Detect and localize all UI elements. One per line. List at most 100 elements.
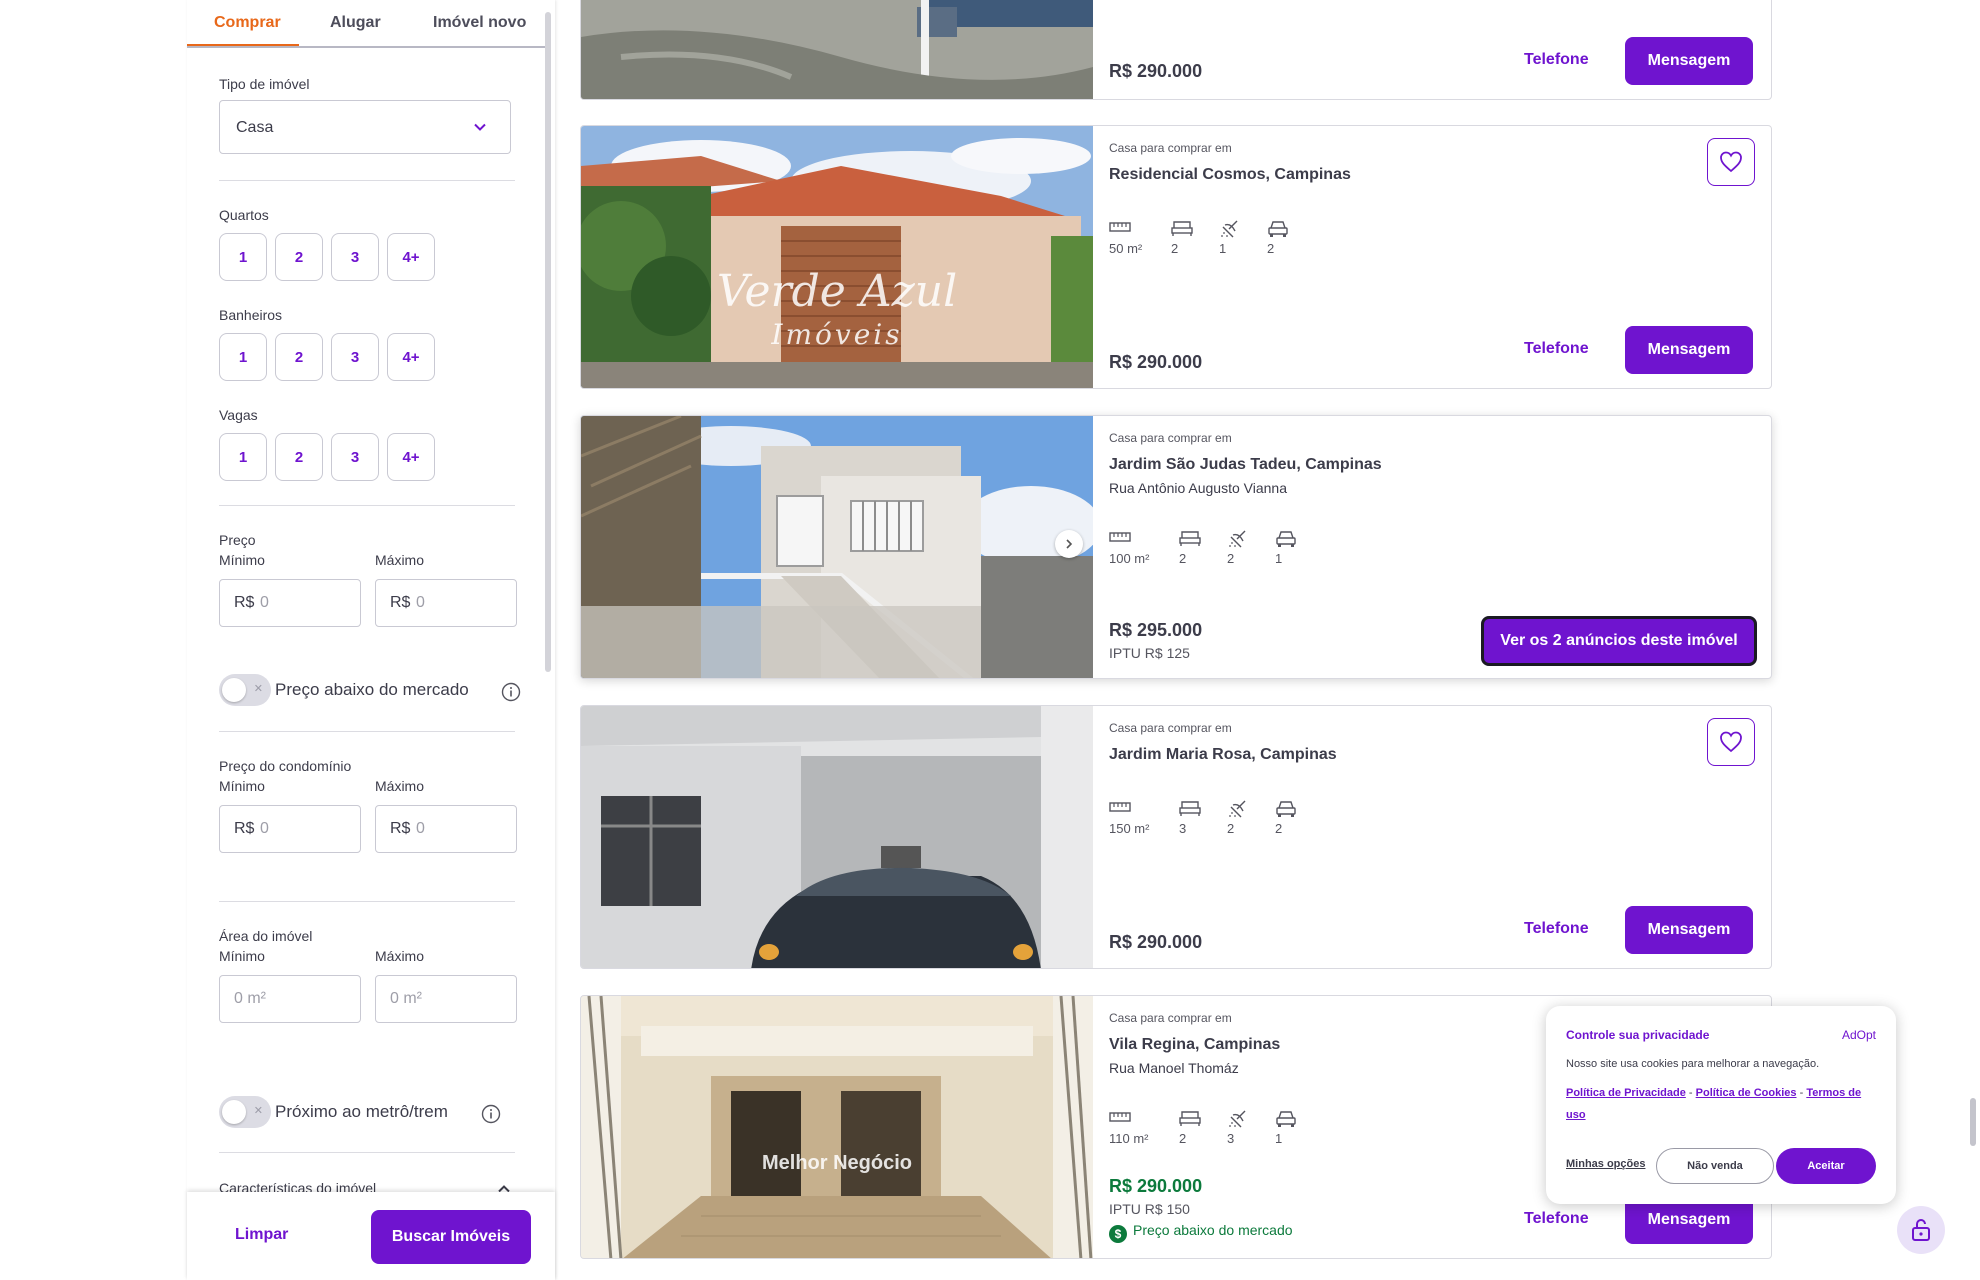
listing-info: Casa para comprar em Residencial Cosmos,…: [1093, 126, 1771, 388]
feature-bathrooms: 2: [1227, 799, 1271, 836]
info-icon[interactable]: [481, 1104, 501, 1129]
sidebar-scrollbar[interactable]: [545, 12, 551, 672]
listing-photo[interactable]: Verde Azul Imóveis: [581, 126, 1093, 388]
preco-min-input[interactable]: R$ 0: [219, 579, 361, 627]
quartos-option-1[interactable]: 1: [219, 233, 267, 281]
feature-value: 2: [1179, 551, 1187, 566]
preco-min-placeholder: 0: [260, 594, 269, 611]
listing-location[interactable]: Residencial Cosmos, Campinas: [1109, 166, 1351, 184]
area-label: Área do imóvel: [219, 928, 313, 944]
shower-icon: [1221, 220, 1238, 238]
preco-min-label: Mínimo: [219, 552, 265, 568]
banheiros-option-4plus[interactable]: 4+: [387, 333, 435, 381]
listing-location[interactable]: Jardim Maria Rosa, Campinas: [1109, 746, 1337, 764]
listing-photo[interactable]: [581, 0, 1093, 99]
favorite-button[interactable]: [1707, 718, 1755, 766]
message-button[interactable]: Mensagem: [1625, 326, 1753, 374]
listing-kicker: Casa para comprar em: [1109, 141, 1232, 155]
feature-bedrooms: 2: [1179, 1109, 1223, 1146]
clear-filters-button[interactable]: Limpar: [235, 1226, 288, 1244]
car-icon: [1268, 221, 1288, 237]
quartos-option-4plus[interactable]: 4+: [387, 233, 435, 281]
phone-button[interactable]: Telefone: [1524, 1210, 1589, 1228]
privacy-settings-button[interactable]: [1897, 1206, 1945, 1254]
preco-max-input[interactable]: R$ 0: [375, 579, 517, 627]
toggle-knob: [222, 1100, 246, 1124]
metro-label: Próximo ao metrô/trem: [275, 1102, 448, 1121]
page-scrollbar[interactable]: [1970, 1098, 1976, 1146]
listing-card[interactable]: Casa para comprar em Jardim Maria Rosa, …: [580, 705, 1772, 969]
watermark-text: Melhor Negócio: [761, 1152, 912, 1174]
listing-location[interactable]: Jardim São Judas Tadeu, Campinas: [1109, 456, 1382, 474]
below-market-badge: $ Preço abaixo do mercado: [1109, 1222, 1293, 1243]
vagas-option-4plus[interactable]: 4+: [387, 433, 435, 481]
shower-icon: [1229, 1110, 1246, 1128]
tipo-select[interactable]: Casa: [219, 100, 511, 154]
quartos-option-3[interactable]: 3: [331, 233, 379, 281]
cookie-policy-link[interactable]: Política de Cookies: [1696, 1087, 1797, 1099]
metro-toggle[interactable]: ✕: [219, 1096, 271, 1128]
area-max-placeholder: 0 m²: [390, 990, 422, 1007]
phone-button[interactable]: Telefone: [1524, 51, 1589, 69]
quartos-option-2[interactable]: 2: [275, 233, 323, 281]
vagas-label: Vagas: [219, 407, 258, 423]
phone-button[interactable]: Telefone: [1524, 340, 1589, 358]
feature-value: 1: [1275, 1131, 1283, 1146]
car-icon: [1276, 1111, 1296, 1127]
listing-card[interactable]: R$ 290.000 Telefone Mensagem: [580, 0, 1772, 100]
vagas-option-3[interactable]: 3: [331, 433, 379, 481]
vagas-option-2[interactable]: 2: [275, 433, 323, 481]
listing-card[interactable]: Verde Azul Imóveis Casa para comprar em …: [580, 125, 1772, 389]
privacy-policy-link[interactable]: Política de Privacidade: [1566, 1087, 1686, 1099]
listing-photo[interactable]: Melhor Negócio: [581, 996, 1093, 1258]
listing-location[interactable]: Vila Regina, Campinas: [1109, 1036, 1280, 1054]
condo-min-input[interactable]: R$ 0: [219, 805, 361, 853]
message-button[interactable]: Mensagem: [1625, 37, 1753, 85]
search-button[interactable]: Buscar Imóveis: [371, 1210, 531, 1264]
view-all-listings-button[interactable]: Ver os 2 anúncios deste imóvel: [1481, 616, 1757, 666]
condo-max-input[interactable]: R$ 0: [375, 805, 517, 853]
feature-value: 50 m²: [1109, 241, 1143, 256]
tab-alugar[interactable]: Alugar: [330, 14, 381, 32]
toggle-off-icon: ✕: [253, 1105, 263, 1117]
banheiros-option-2[interactable]: 2: [275, 333, 323, 381]
banheiros-option-1[interactable]: 1: [219, 333, 267, 381]
banheiros-label: Banheiros: [219, 307, 283, 323]
feature-value: 2: [1179, 1131, 1187, 1146]
listing-card[interactable]: Casa para comprar em Jardim São Judas Ta…: [580, 415, 1772, 679]
tab-comprar[interactable]: Comprar: [214, 14, 281, 32]
area-max-input[interactable]: 0 m²: [375, 975, 517, 1023]
favorite-button[interactable]: [1707, 138, 1755, 186]
cookie-brand[interactable]: AdOpt: [1842, 1028, 1876, 1042]
feature-value: 150 m²: [1109, 821, 1150, 836]
do-not-sell-button[interactable]: Não venda: [1656, 1148, 1774, 1184]
condo-max-placeholder: 0: [416, 820, 425, 837]
phone-button[interactable]: Telefone: [1524, 920, 1589, 938]
tab-imovel-novo[interactable]: Imóvel novo: [433, 14, 526, 32]
bed-icon: [1179, 531, 1201, 546]
listing-street: Rua Manoel Thomáz: [1109, 1060, 1239, 1076]
banheiros-option-3[interactable]: 3: [331, 333, 379, 381]
listing-photo[interactable]: [581, 416, 1093, 678]
area-min-input[interactable]: 0 m²: [219, 975, 361, 1023]
bed-icon: [1171, 221, 1193, 236]
vagas-option-1[interactable]: 1: [219, 433, 267, 481]
cookie-text: Nosso site usa cookies para melhorar a n…: [1566, 1058, 1820, 1070]
accept-cookies-button[interactable]: Aceitar: [1776, 1148, 1876, 1184]
shower-icon: [1229, 530, 1246, 548]
cookie-options-link[interactable]: Minhas opções: [1566, 1158, 1645, 1170]
info-icon[interactable]: [501, 682, 521, 707]
next-photo-button[interactable]: [1055, 530, 1083, 558]
shower-icon: [1229, 800, 1246, 818]
feature-parking: 1: [1275, 529, 1319, 566]
listing-photo[interactable]: [581, 706, 1093, 968]
message-button[interactable]: Mensagem: [1625, 906, 1753, 954]
toggle-off-icon: ✕: [253, 683, 263, 695]
tab-bar: Comprar Alugar Imóvel novo: [187, 0, 547, 48]
condo-min-placeholder: 0: [260, 820, 269, 837]
listing-kicker: Casa para comprar em: [1109, 1011, 1232, 1025]
below-market-toggle[interactable]: ✕: [219, 674, 271, 706]
bed-icon: [1179, 1111, 1201, 1126]
feature-value: 1: [1275, 551, 1283, 566]
area-icon: [1109, 222, 1131, 232]
